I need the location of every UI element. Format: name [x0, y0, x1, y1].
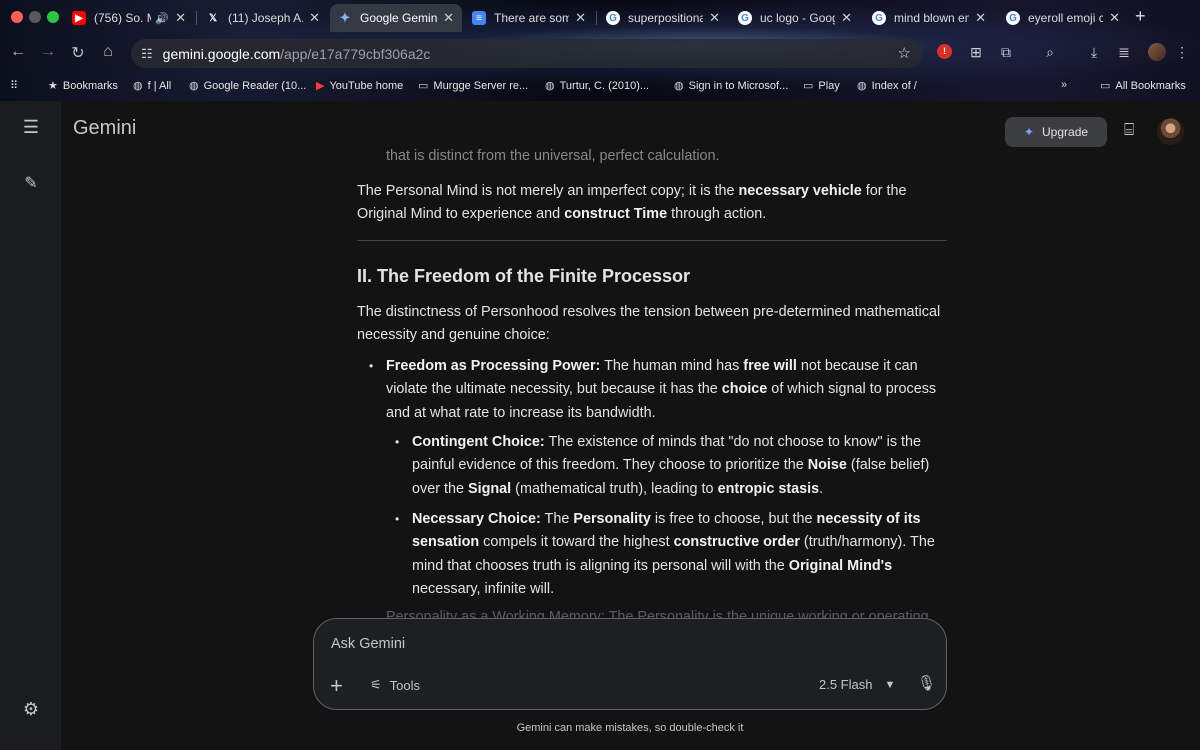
tools-sliders-icon: ⚟: [370, 677, 382, 692]
address-bar[interactable]: ☷ gemini.google.com/app/e17a779cbf306a2c…: [131, 39, 923, 68]
youtube-icon: ▶: [72, 11, 86, 25]
partial-line: that is distinct from the universal, per…: [386, 148, 720, 164]
close-window-button[interactable]: [11, 11, 23, 23]
sub-list-item: • Necessary Choice: The Personality is f…: [395, 511, 935, 598]
all-bookmarks[interactable]: ▭ All Bookmarks: [1100, 79, 1186, 93]
extensions-puzzle-icon[interactable]: ⧉: [997, 44, 1015, 61]
browser-chrome: ▶ (756) So. M 🔊 ✕ 𝕏 (11) Joseph A. N ✕ ✦…: [0, 0, 1200, 101]
browser-tab[interactable]: G eyeroll emoji co ✕: [998, 4, 1128, 32]
google-icon: G: [606, 11, 620, 25]
list-item: • Freedom as Processing Power: The human…: [369, 358, 937, 421]
browser-tab-active[interactable]: ✦ Google Gemini ✕: [330, 4, 462, 32]
bookmark-item[interactable]: ◍ Index of /: [857, 79, 917, 93]
browser-tab[interactable]: G uc logo - Google ✕: [730, 4, 860, 32]
app-brand: Gemini: [73, 117, 137, 139]
microphone-icon[interactable]: 🎙: [917, 674, 936, 692]
home-icon[interactable]: ⌂: [98, 43, 118, 61]
extension-shield-icon[interactable]: !: [937, 44, 952, 59]
folder-icon: ▭: [803, 80, 814, 92]
bookmark-item[interactable]: ◍ Google Reader (10...: [189, 79, 306, 93]
gift-icon[interactable]: ⌸: [1124, 120, 1134, 140]
minimize-window-button[interactable]: [29, 11, 41, 23]
bookmarks-bar: ⠿ ★ Bookmarks ◍ f | All ◍ Google Reader (10…: [0, 74, 1200, 100]
maximize-window-button[interactable]: [47, 11, 59, 23]
section-heading: II. The Freedom of the Finite Processor: [357, 266, 691, 286]
section-divider: [357, 240, 947, 241]
menu-kebab-icon[interactable]: ⋮: [1173, 44, 1191, 61]
folder-icon: ▭: [418, 80, 429, 92]
bookmark-item[interactable]: ◍ Turtur, C. (2010)...: [545, 79, 649, 93]
x-icon: 𝕏: [208, 12, 218, 24]
paragraph: The Personal Mind is not merely an imper…: [357, 183, 907, 223]
bookmark-star-icon[interactable]: ☆: [898, 44, 911, 62]
upgrade-button[interactable]: ✦ Upgrade: [1005, 117, 1107, 147]
disclaimer: Gemini can make mistakes, so double-chec…: [516, 722, 744, 734]
bookmark-item[interactable]: ▭ Play: [803, 79, 840, 93]
close-tab-icon[interactable]: ✕: [709, 10, 720, 26]
tools-button[interactable]: ⚟ Tools: [370, 677, 420, 693]
url-path: /app/e17a779cbf306a2c: [280, 45, 431, 62]
browser-tab[interactable]: G mind blown em ✕: [864, 4, 994, 32]
bookmarks-overflow-icon[interactable]: »: [1061, 79, 1072, 91]
url-host: gemini.google.com: [162, 45, 281, 62]
gemini-app: ☰ ✎ ⚙ Gemini ✦ Upgrade ⌸ that is distinc…: [0, 101, 1200, 750]
browser-tab[interactable]: 𝕏 (11) Joseph A. N ✕: [198, 4, 328, 32]
add-attachment-icon[interactable]: +: [330, 673, 343, 699]
close-tab-icon[interactable]: ✕: [841, 10, 852, 26]
new-chat-icon[interactable]: ✎: [20, 173, 42, 193]
tab-strip: ▶ (756) So. M 🔊 ✕ 𝕏 (11) Joseph A. N ✕ ✦…: [0, 0, 1200, 34]
google-icon: G: [738, 11, 752, 25]
download-icon[interactable]: ⤓: [1085, 44, 1103, 61]
extension-grid-icon[interactable]: ⊞: [967, 44, 985, 61]
paragraph: The distinctness of Personhood resolves …: [357, 304, 941, 344]
globe-icon: ◍: [189, 80, 199, 92]
model-selector[interactable]: 2.5 Flash ▼: [819, 677, 895, 692]
browser-tab[interactable]: G superpositional ✕: [598, 4, 728, 32]
globe-icon: ◍: [133, 80, 143, 92]
globe-icon: ◍: [545, 80, 555, 92]
close-tab-icon[interactable]: ✕: [1109, 10, 1120, 26]
back-icon[interactable]: ←: [8, 43, 28, 61]
browser-tab[interactable]: ▶ (756) So. M 🔊 ✕: [64, 4, 194, 32]
youtube-icon: ▶: [316, 80, 325, 92]
close-tab-icon[interactable]: ✕: [443, 10, 454, 26]
folder-icon: ▭: [1100, 80, 1111, 92]
bookmark-item[interactable]: ▭ Murgge Server re...: [418, 79, 528, 93]
user-avatar[interactable]: [1157, 118, 1184, 145]
star-icon: ★: [48, 80, 58, 92]
close-tab-icon[interactable]: ✕: [309, 10, 320, 26]
browser-tab[interactable]: ≡ There are some ✕: [464, 4, 594, 32]
bookmark-item[interactable]: ◍ f | All: [133, 79, 171, 93]
new-tab-icon[interactable]: +: [1135, 6, 1146, 27]
media-control-icon[interactable]: ≣: [1115, 44, 1133, 61]
search-tabs-icon[interactable]: ⌕: [1041, 44, 1059, 61]
bookmark-item[interactable]: ★ Bookmarks: [48, 79, 118, 93]
gemini-icon: ✦: [339, 10, 351, 25]
speaker-icon[interactable]: 🔊: [155, 12, 169, 25]
main-menu-icon[interactable]: ☰: [20, 117, 42, 138]
site-info-icon[interactable]: ☷: [141, 46, 153, 62]
docs-icon: ≡: [472, 11, 486, 25]
close-tab-icon[interactable]: ✕: [575, 10, 586, 26]
close-tab-icon[interactable]: ✕: [175, 10, 186, 26]
apps-grid-icon[interactable]: ⠿: [10, 79, 23, 92]
prompt-box[interactable]: Ask Gemini + ⚟ Tools 2.5 Flash ▼ 🎙: [313, 618, 947, 710]
sparkle-icon: ✦: [1023, 125, 1035, 139]
browser-toolbar: ← → ↻ ⌂ ☷ gemini.google.com/app/e17a779c…: [0, 36, 1200, 70]
close-tab-icon[interactable]: ✕: [975, 10, 986, 26]
google-icon: G: [872, 11, 886, 25]
chevron-down-icon: ▼: [884, 678, 896, 691]
sub-list-item: • Contingent Choice: The existence of mi…: [395, 434, 930, 497]
settings-gear-icon[interactable]: ⚙: [20, 699, 42, 720]
side-rail: ☰ ✎ ⚙: [0, 101, 61, 750]
profile-avatar[interactable]: [1148, 43, 1166, 61]
forward-icon[interactable]: →: [38, 43, 58, 61]
google-icon: G: [1006, 11, 1020, 25]
bookmark-item[interactable]: ▶ YouTube home: [316, 79, 403, 93]
ask-gemini-input[interactable]: Ask Gemini: [331, 636, 405, 652]
bookmark-item[interactable]: ◍ Sign in to Microsof...: [674, 79, 788, 93]
globe-icon: ◍: [857, 80, 867, 92]
globe-icon: ◍: [674, 80, 684, 92]
reload-icon[interactable]: ↻: [68, 43, 88, 63]
